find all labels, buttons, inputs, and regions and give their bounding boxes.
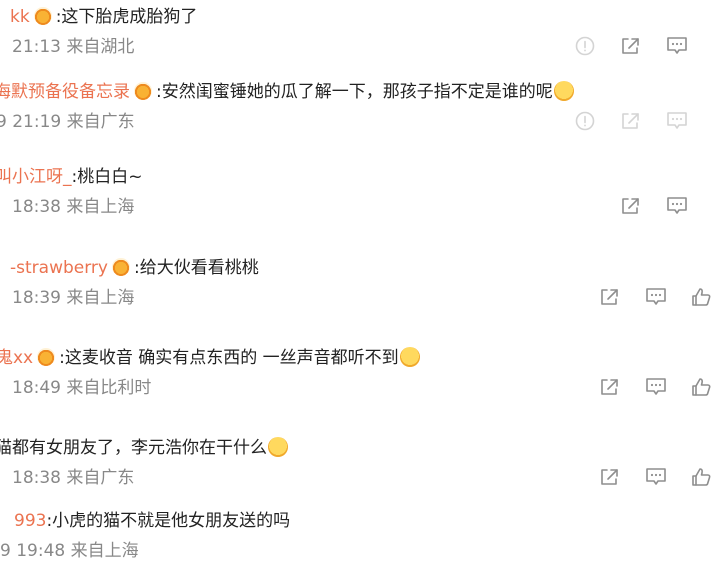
member-badge-icon bbox=[134, 82, 152, 100]
comment-username[interactable]: kk bbox=[10, 7, 30, 27]
comment-icon[interactable] bbox=[666, 195, 688, 217]
comment-username[interactable]: 叫小江呀_ bbox=[0, 167, 72, 187]
comment-text: :安然闺蜜锤她的瓜了解一下，那孩子指不定是谁的呢 bbox=[156, 82, 553, 102]
share-icon[interactable] bbox=[599, 466, 621, 488]
share-icon[interactable] bbox=[599, 376, 621, 398]
comment-icon[interactable] bbox=[645, 286, 667, 308]
comment-meta: 18:39 来自上海 bbox=[12, 288, 135, 308]
comment-icon[interactable] bbox=[666, 35, 688, 57]
report-icon[interactable] bbox=[574, 35, 596, 57]
comment-meta: 18:38 来自上海 bbox=[12, 197, 135, 217]
report-icon[interactable] bbox=[574, 110, 596, 132]
comment-text: :这下胎虎成胎狗了 bbox=[55, 7, 198, 27]
comment-text: :桃白白~ bbox=[71, 167, 143, 187]
comment-icon[interactable] bbox=[645, 466, 667, 488]
like-icon[interactable] bbox=[690, 466, 712, 488]
comment-meta: 18:38 来自广东 bbox=[12, 468, 135, 488]
comment-username[interactable]: 鬼xx bbox=[0, 348, 33, 368]
comment-text: 猫都有女朋友了，李元浩你在干什么 bbox=[0, 438, 267, 458]
share-icon[interactable] bbox=[599, 286, 621, 308]
comment-username[interactable]: 海默预备役备忘录 bbox=[0, 82, 130, 102]
comment-icon[interactable] bbox=[666, 110, 688, 132]
comment-meta: 9 19:48 来自上海 bbox=[0, 541, 139, 561]
comment-icon[interactable] bbox=[645, 376, 667, 398]
crying-emoji-icon bbox=[268, 437, 288, 457]
comment-meta: 9 21:19 来自广东 bbox=[0, 112, 135, 132]
like-icon[interactable] bbox=[690, 376, 712, 398]
comment-text: :这麦收音 确实有点东西的 一丝声音都听不到 bbox=[59, 348, 399, 368]
comment-meta: 18:49 来自比利时 bbox=[12, 378, 152, 398]
laughing-emoji-icon bbox=[399, 347, 420, 367]
comment-username[interactable]: 993 bbox=[14, 511, 46, 531]
comment-meta: 21:13 来自湖北 bbox=[12, 37, 135, 57]
member-badge-icon bbox=[37, 348, 56, 366]
member-badge-icon bbox=[111, 258, 130, 276]
member-badge-icon bbox=[33, 7, 52, 25]
share-icon[interactable] bbox=[620, 195, 642, 217]
share-icon[interactable] bbox=[620, 35, 642, 57]
share-icon[interactable] bbox=[620, 110, 642, 132]
dog-emoji-icon bbox=[553, 81, 574, 101]
comment-text: :小虎的猫不就是他女朋友送的吗 bbox=[46, 511, 291, 531]
comment-username[interactable]: -strawberry bbox=[10, 258, 108, 278]
like-icon[interactable] bbox=[690, 286, 712, 308]
comment-text: :给大伙看看桃桃 bbox=[133, 258, 259, 278]
